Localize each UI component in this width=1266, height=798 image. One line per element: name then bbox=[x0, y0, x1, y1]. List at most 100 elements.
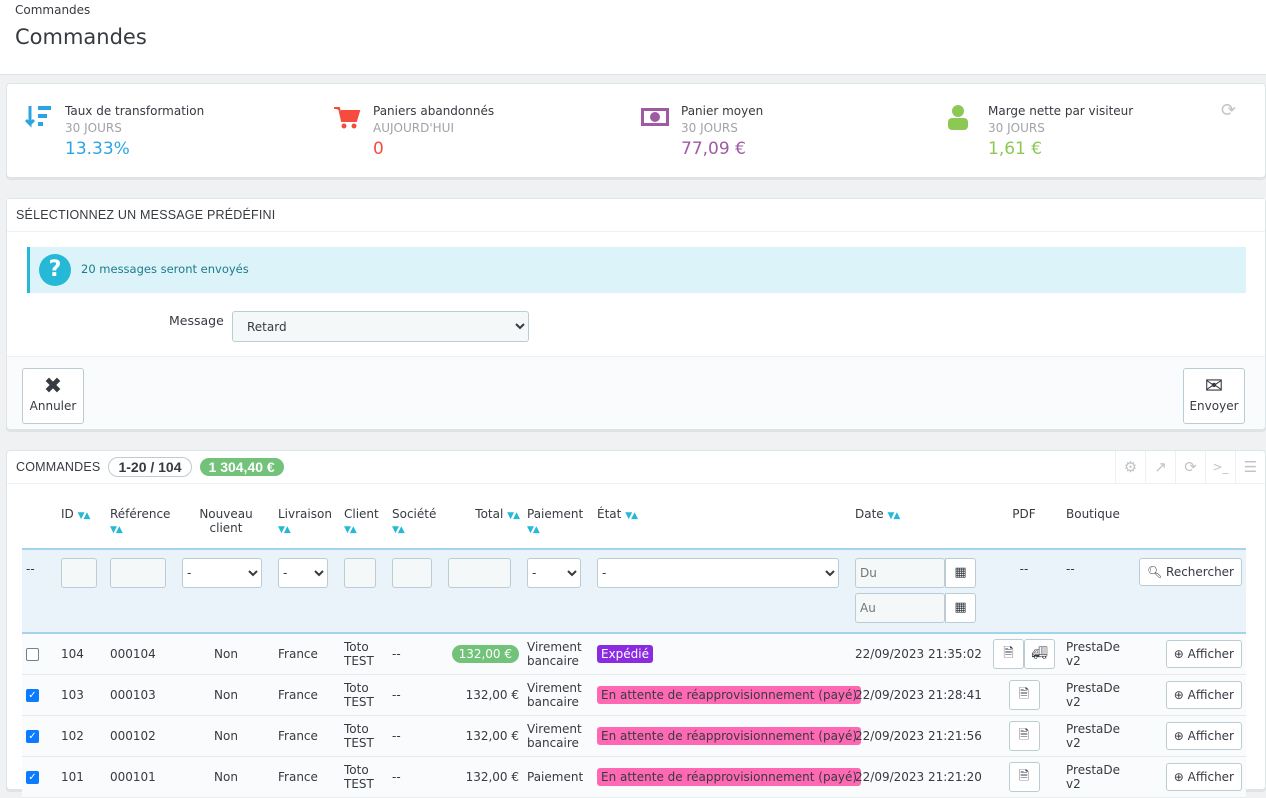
panel-title: Sélectionnez un message prédéfini bbox=[16, 208, 276, 222]
delivery-country: France bbox=[274, 715, 340, 757]
message-select[interactable]: Retard bbox=[232, 311, 529, 342]
row-checkbox[interactable] bbox=[26, 647, 39, 661]
col-client[interactable]: Client ▼▲ bbox=[340, 501, 388, 549]
company: -- bbox=[388, 633, 444, 675]
envelope-icon: ✉ bbox=[1204, 374, 1224, 399]
order-id: 101 bbox=[57, 756, 106, 798]
filter-client[interactable] bbox=[344, 558, 376, 588]
order-id: 103 bbox=[57, 674, 106, 716]
order-reference: 000103 bbox=[106, 674, 178, 716]
col-payment[interactable]: Paiement ▼▲ bbox=[523, 501, 593, 549]
status-badge: En attente de réapprovisionnement (payé) bbox=[597, 685, 862, 704]
filter-date-to[interactable] bbox=[855, 593, 945, 623]
sort-arrows-icon: ▼▲ bbox=[77, 511, 91, 521]
client-name: Toto TEST bbox=[340, 674, 388, 716]
search-icon: 🔍︎ bbox=[1146, 565, 1163, 579]
sql-terminal-icon[interactable]: >_ bbox=[1205, 451, 1235, 483]
sort-amount-down-icon bbox=[25, 106, 51, 128]
close-icon: ✖ bbox=[43, 374, 63, 399]
col-reference[interactable]: Référence ▼▲ bbox=[106, 501, 178, 549]
shop-name: PrestaDe v2 bbox=[1062, 633, 1133, 675]
table-row[interactable]: ✓ 101 000101 Non France Toto TEST -- 132… bbox=[22, 756, 1246, 798]
col-new-client: Nouveau client bbox=[199, 507, 253, 535]
view-button[interactable]: ⊕ Afficher bbox=[1165, 762, 1242, 791]
filter-company[interactable] bbox=[392, 558, 432, 588]
new-client: Non bbox=[178, 674, 274, 716]
filter-date-from[interactable] bbox=[855, 558, 945, 588]
calendar-icon[interactable]: ▦ bbox=[945, 558, 976, 588]
table-header: ID ▼▲ Référence ▼▲ Nouveau client Livrais… bbox=[22, 501, 1246, 549]
calendar-icon[interactable]: ▦ bbox=[945, 593, 976, 623]
new-client: Non bbox=[178, 633, 274, 675]
sort-arrows-icon: ▼▲ bbox=[887, 511, 901, 521]
table-row[interactable]: 104 000104 Non France Toto TEST -- 132,0… bbox=[22, 633, 1246, 675]
table-row[interactable]: ✓ 102 000102 Non France Toto TEST -- 132… bbox=[22, 715, 1246, 757]
orders-table: ID ▼▲ Référence ▼▲ Nouveau client Livrais… bbox=[22, 501, 1246, 798]
order-date: 22/09/2023 21:28:41 bbox=[851, 674, 986, 716]
refresh-icon[interactable]: ⟳ bbox=[1221, 100, 1236, 121]
row-checkbox[interactable]: ✓ bbox=[26, 770, 39, 784]
filter-total[interactable] bbox=[448, 558, 511, 588]
sort-arrows-icon: ▼▲ bbox=[527, 525, 540, 535]
shop-name: PrestaDe v2 bbox=[1062, 756, 1133, 798]
view-button[interactable]: ⊕ Afficher bbox=[1165, 721, 1242, 750]
zoom-in-icon: ⊕ bbox=[1173, 687, 1184, 702]
invoice-icon[interactable]: 🗎 bbox=[993, 638, 1024, 669]
page-header: Commandes Commandes bbox=[0, 0, 1266, 75]
order-date: 22/09/2023 21:35:02 bbox=[851, 633, 986, 675]
row-checkbox[interactable]: ✓ bbox=[26, 688, 39, 702]
col-total[interactable]: Total ▼▲ bbox=[444, 501, 523, 549]
new-client: Non bbox=[178, 715, 274, 757]
sort-arrows-icon: ▼▲ bbox=[625, 511, 638, 521]
zoom-in-icon: ⊕ bbox=[1173, 728, 1184, 743]
message-label: Message bbox=[169, 313, 224, 328]
question-icon: ? bbox=[39, 254, 71, 286]
invoice-icon[interactable]: 🗎 bbox=[1008, 679, 1040, 710]
invoice-icon[interactable]: 🗎 bbox=[1008, 761, 1040, 792]
filter-reference[interactable] bbox=[110, 558, 166, 588]
col-date[interactable]: Date ▼▲ bbox=[851, 501, 986, 549]
filter-row: -- - - - - ▦ ▦ -- -- 🔍︎ Rechercher bbox=[22, 548, 1246, 634]
row-checkbox[interactable]: ✓ bbox=[26, 729, 39, 743]
export-icon[interactable]: ↗ bbox=[1145, 451, 1175, 483]
col-shop: Boutique bbox=[1066, 507, 1120, 521]
new-client: Non bbox=[178, 756, 274, 798]
status-badge: Expédié bbox=[597, 644, 654, 663]
payment-method: Virement bancaire bbox=[523, 674, 593, 716]
order-total: 132,00 € bbox=[465, 769, 519, 784]
delivery-slip-truck-icon[interactable]: 🚚︎ bbox=[1024, 638, 1055, 669]
zoom-in-icon: ⊕ bbox=[1173, 769, 1184, 784]
orders-panel: Commandes 1-20 / 104 1 304,40 € ⚙ ↗ ⟳ >_… bbox=[6, 450, 1266, 798]
filter-id[interactable] bbox=[61, 558, 97, 588]
order-id: 104 bbox=[57, 633, 106, 675]
breadcrumb[interactable]: Commandes bbox=[15, 3, 90, 17]
view-button[interactable]: ⊕ Afficher bbox=[1165, 680, 1242, 709]
order-date: 22/09/2023 21:21:20 bbox=[851, 756, 986, 798]
order-reference: 000101 bbox=[106, 756, 178, 798]
col-state[interactable]: État ▼▲ bbox=[593, 501, 851, 549]
view-button[interactable]: ⊕ Afficher bbox=[1165, 639, 1242, 668]
invoice-icon[interactable]: 🗎 bbox=[1008, 720, 1040, 751]
sort-arrows-icon: ▼▲ bbox=[278, 525, 291, 535]
gear-icon[interactable]: ⚙ bbox=[1115, 451, 1145, 483]
client-name: Toto TEST bbox=[340, 756, 388, 798]
database-icon[interactable]: ☰ bbox=[1235, 451, 1265, 483]
filter-delivery[interactable]: - bbox=[278, 558, 328, 588]
table-row[interactable]: ✓ 103 000103 Non France Toto TEST -- 132… bbox=[22, 674, 1246, 716]
send-button[interactable]: ✉ Envoyer bbox=[1183, 368, 1245, 424]
payment-method: Paiement bbox=[523, 756, 593, 798]
cancel-button[interactable]: ✖ Annuler bbox=[22, 368, 84, 424]
delivery-country: France bbox=[274, 633, 340, 675]
filter-state[interactable]: - bbox=[597, 558, 839, 588]
filter-new-client[interactable]: - bbox=[182, 558, 262, 588]
col-delivery[interactable]: Livraison ▼▲ bbox=[274, 501, 340, 549]
search-button[interactable]: 🔍︎ Rechercher bbox=[1138, 558, 1242, 586]
col-id[interactable]: ID ▼▲ bbox=[57, 501, 106, 549]
orders-count-badge: 1-20 / 104 bbox=[108, 457, 192, 477]
order-reference: 000102 bbox=[106, 715, 178, 757]
col-company[interactable]: Société ▼▲ bbox=[388, 501, 444, 549]
shop-name: PrestaDe v2 bbox=[1062, 674, 1133, 716]
filter-payment[interactable]: - bbox=[527, 558, 581, 588]
refresh-list-icon[interactable]: ⟳ bbox=[1175, 451, 1205, 483]
sort-arrows-icon: ▼▲ bbox=[110, 525, 123, 535]
